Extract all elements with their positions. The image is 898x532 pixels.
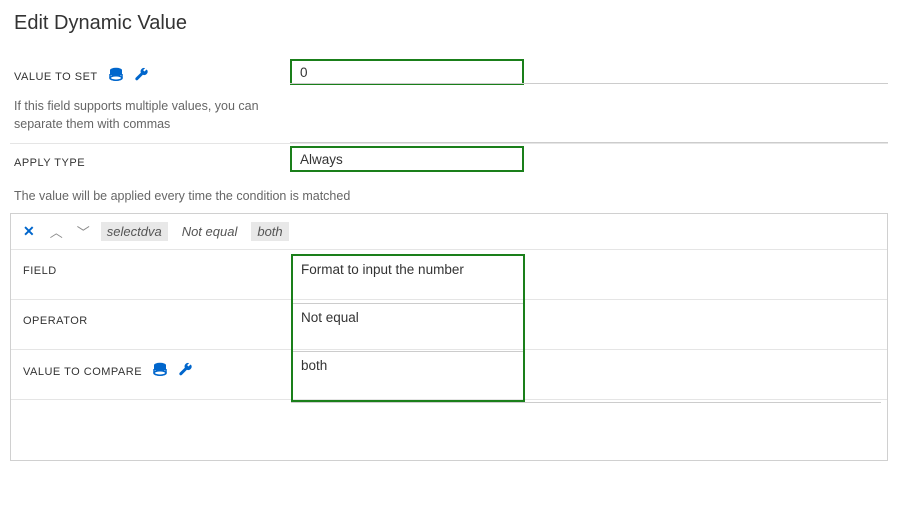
wrench-icon[interactable] bbox=[134, 67, 150, 86]
value-to-set-helper: If this field supports multiple values, … bbox=[14, 98, 264, 133]
apply-type-description: The value will be applied every time the… bbox=[10, 179, 888, 213]
condition-values-box: Format to input the number Not equal bot… bbox=[291, 254, 525, 402]
database-icon[interactable] bbox=[108, 67, 124, 86]
operator-label: OPERATOR bbox=[23, 315, 88, 327]
operator-select[interactable]: Not equal bbox=[293, 304, 523, 352]
field-label: FIELD bbox=[23, 265, 57, 277]
chevron-down-icon[interactable]: ﹀ bbox=[74, 220, 93, 243]
field-select[interactable]: Format to input the number bbox=[293, 256, 523, 304]
apply-type-select[interactable]: Always bbox=[290, 146, 524, 172]
close-icon[interactable]: ✕ bbox=[19, 221, 39, 242]
condition-panel: ✕ ︿ ﹀ selectdva Not equal both FIELD OPE… bbox=[10, 213, 888, 461]
value-to-compare-textarea[interactable] bbox=[291, 402, 881, 456]
value-to-compare-label: VALUE TO COMPARE bbox=[23, 362, 194, 381]
chevron-up-icon[interactable]: ︿ bbox=[47, 220, 66, 243]
database-icon[interactable] bbox=[152, 362, 168, 381]
value-to-set-input[interactable]: 0 bbox=[290, 59, 524, 85]
value-to-compare-input[interactable]: both bbox=[293, 352, 523, 400]
wrench-icon[interactable] bbox=[178, 362, 194, 381]
page-title: Edit Dynamic Value bbox=[10, 12, 888, 35]
value-to-set-label: VALUE TO SET bbox=[14, 67, 150, 86]
condition-header: ✕ ︿ ﹀ selectdva Not equal both bbox=[11, 214, 887, 250]
apply-type-label: APPLY TYPE bbox=[14, 157, 85, 169]
condition-chip-value[interactable]: both bbox=[251, 222, 288, 241]
condition-chip-operator: Not equal bbox=[176, 222, 244, 241]
value-to-set-textarea[interactable] bbox=[290, 83, 888, 143]
condition-chip-field[interactable]: selectdva bbox=[101, 222, 168, 241]
